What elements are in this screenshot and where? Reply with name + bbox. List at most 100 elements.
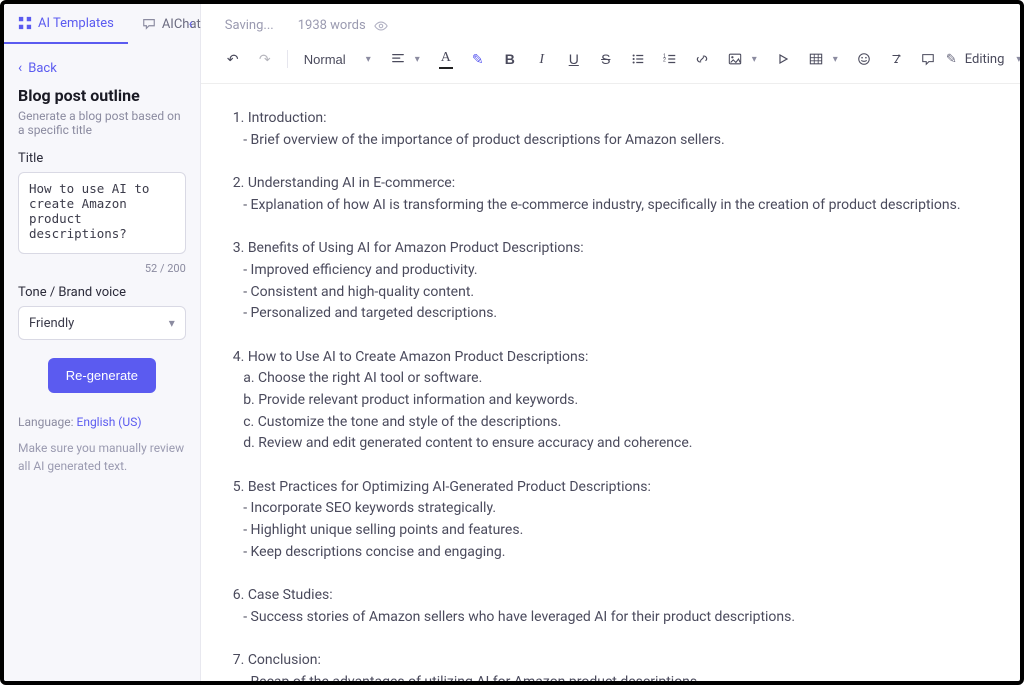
strikethrough-icon: S [601,51,610,67]
sidebar: AI Templates AIChat ‹ ‹ Back Blog post o… [4,4,201,681]
review-note: Make sure you manually review all AI gen… [18,439,186,475]
document-line [233,563,1024,585]
collapse-sidebar-button[interactable]: ‹ [181,12,201,36]
underline-icon: U [569,51,579,67]
align-left-icon [391,52,405,66]
image-button[interactable]: ▾ [720,45,765,73]
tone-select[interactable]: Friendly ▾ [18,306,186,340]
bold-button[interactable]: B [496,45,524,73]
video-button[interactable] [769,45,797,73]
chevron-down-icon: ▾ [833,54,838,65]
clear-format-button[interactable] [882,45,910,73]
document-line: b. Provide relevant product information … [233,390,1024,412]
font-color-button[interactable]: A [432,45,460,73]
document-line [233,455,1024,477]
chevron-down-icon: ▾ [415,54,420,65]
document-line: - Brief overview of the importance of pr… [233,130,1024,152]
separator [287,50,288,68]
grid-icon [18,16,32,30]
numbered-list-button[interactable]: 12 [656,45,684,73]
emoji-button[interactable] [850,45,878,73]
svg-text:2: 2 [663,58,666,64]
underline-button[interactable]: U [560,45,588,73]
link-icon [695,52,709,66]
mode-label: Editing [965,52,1005,67]
document-line: 4. How to Use AI to Create Amazon Produc… [233,347,1024,369]
document-line: - Incorporate SEO keywords strategically… [233,498,1024,520]
italic-button[interactable]: I [528,45,556,73]
word-count: 1938 words [298,18,388,33]
table-button[interactable]: ▾ [801,45,846,73]
info-bar: Saving... 1938 words [201,4,1024,39]
editor: Saving... 1938 words ↶ ↷ Normal ▾ ▾ A [201,4,1024,681]
table-icon [809,52,823,66]
document-line: 6. Case Studies: [233,585,1024,607]
document-line: 7. Conclusion: [233,650,1024,672]
sidebar-tabs: AI Templates AIChat [4,4,200,44]
chat-icon [142,17,156,31]
chevron-down-icon: ▾ [366,54,371,65]
document-line [233,325,1024,347]
paragraph-style-select[interactable]: Normal ▾ [296,45,379,73]
document-line: - Personalized and targeted descriptions… [233,303,1024,325]
app-frame: AI Templates AIChat ‹ ‹ Back Blog post o… [0,0,1024,685]
redo-button[interactable]: ↷ [251,45,279,73]
document-line: 1. Introduction: [233,108,1024,130]
sidebar-body: ‹ Back Blog post outline Generate a blog… [4,44,200,487]
image-icon [728,52,742,66]
pencil-icon: ✎ [946,52,957,67]
chevron-down-icon: ▾ [1016,54,1021,65]
chevron-down-icon: ▾ [752,54,757,65]
document-line: 2. Understanding AI in E-commerce: [233,173,1024,195]
chevron-down-icon: ▾ [169,316,175,330]
paragraph-style-label: Normal [304,52,346,67]
document-line: - Success stories of Amazon sellers who … [233,607,1024,629]
tab-ai-templates-label: AI Templates [38,16,114,31]
back-label: Back [28,61,57,76]
document-line: c. Customize the tone and style of the d… [233,412,1024,434]
link-button[interactable] [688,45,716,73]
template-subtitle: Generate a blog post based on a specific… [18,109,186,137]
char-count: 52 / 200 [18,262,186,275]
language-link[interactable]: English (US) [77,415,142,429]
document-line: - Recap of the advantages of utilizing A… [233,672,1024,681]
document-line: - Keep descriptions concise and engaging… [233,542,1024,564]
document-line: - Improved efficiency and productivity. [233,260,1024,282]
undo-icon: ↶ [227,51,239,68]
emoji-icon [857,52,871,66]
redo-icon: ↷ [259,51,271,68]
comment-button[interactable] [914,45,942,73]
undo-button[interactable]: ↶ [219,45,247,73]
template-title: Blog post outline [18,86,186,105]
play-icon [777,53,789,65]
clear-format-icon [889,52,903,66]
regenerate-button[interactable]: Re-generate [48,358,156,393]
tab-ai-chat[interactable]: AIChat [128,4,215,44]
eye-icon [374,19,388,33]
tab-ai-templates[interactable]: AI Templates [4,4,128,44]
font-color-icon: A [439,50,453,69]
italic-icon: I [539,50,544,68]
chevron-left-icon: ‹ [18,60,22,76]
highlight-icon: ✎ [472,51,484,68]
numbered-list-icon: 12 [663,52,677,66]
highlight-button[interactable]: ✎ [464,45,492,73]
bullet-list-button[interactable] [624,45,652,73]
comment-icon [921,52,935,66]
align-button[interactable]: ▾ [383,45,428,73]
back-link[interactable]: ‹ Back [18,60,186,76]
chevron-left-icon: ‹ [189,16,193,32]
word-count-value: 1938 words [298,18,366,33]
document-line: a. Choose the right AI tool or software. [233,368,1024,390]
title-label: Title [18,151,186,166]
bold-icon: B [505,51,515,67]
document-line [233,629,1024,651]
strikethrough-button[interactable]: S [592,45,620,73]
tone-value: Friendly [29,316,74,331]
document-line: d. Review and edit generated content to … [233,433,1024,455]
document-line [233,216,1024,238]
title-input[interactable] [18,172,186,254]
mode-select[interactable]: ✎ Editing ▾ [946,52,1022,67]
document-body[interactable]: 1. Introduction: - Brief overview of the… [201,84,1024,681]
document-line: 3. Benefits of Using AI for Amazon Produ… [233,238,1024,260]
